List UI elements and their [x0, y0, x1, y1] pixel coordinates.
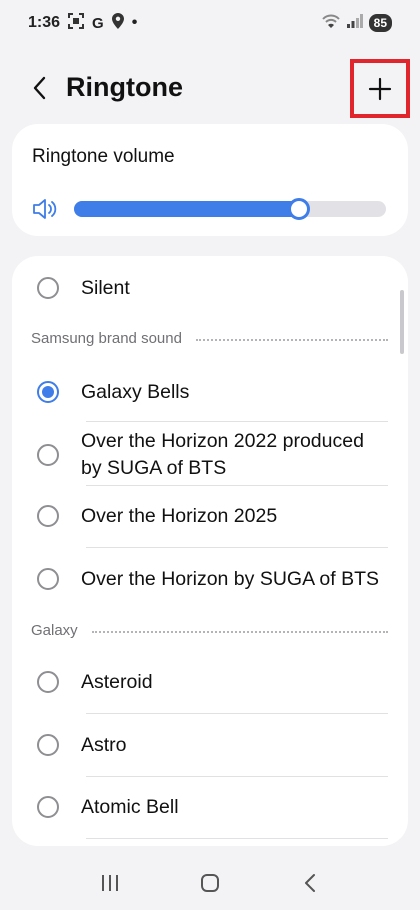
radio-button-checked[interactable]: [37, 381, 59, 403]
radio-button[interactable]: [37, 505, 59, 527]
back-button[interactable]: [22, 70, 58, 106]
list-item-label: Asteroid: [81, 670, 153, 693]
speaker-icon[interactable]: [32, 198, 58, 225]
divider: [86, 838, 388, 839]
chevron-left-icon: [33, 76, 46, 100]
list-item-astro[interactable]: Astro: [12, 729, 408, 761]
divider: [86, 485, 388, 486]
home-icon: [201, 874, 219, 892]
section-title: Samsung brand sound: [31, 330, 182, 347]
divider: [86, 421, 388, 422]
section-header-samsung-brand-sound: Samsung brand sound: [31, 330, 388, 347]
radio-button[interactable]: [37, 671, 59, 693]
list-item-over-the-horizon-suga[interactable]: Over the Horizon by SUGA of BTS: [12, 552, 408, 606]
status-time: 1:36: [28, 14, 61, 31]
section-title: Galaxy: [31, 622, 78, 639]
list-item-label: Over the Horizon 2025: [81, 504, 278, 527]
screenshot-icon: [68, 12, 85, 34]
page-title: Ringtone: [66, 72, 183, 102]
list-item-label: Over the Horizon by SUGA of BTS: [81, 567, 380, 590]
volume-label: Ringtone volume: [32, 146, 175, 167]
list-item-label: Over the Horizon 2022 produced by SUGA o…: [81, 430, 364, 479]
list-item-asteroid[interactable]: Asteroid: [12, 666, 408, 698]
radio-button[interactable]: [37, 444, 59, 466]
volume-card: Ringtone volume: [12, 124, 408, 236]
radio-button[interactable]: [37, 796, 59, 818]
nav-back-button[interactable]: [290, 863, 330, 903]
list-item-galaxy-bells[interactable]: Galaxy Bells: [12, 376, 408, 408]
back-icon: [305, 874, 315, 892]
wifi-icon: [321, 13, 341, 34]
volume-slider-thumb[interactable]: [287, 198, 310, 220]
location-icon: [111, 12, 124, 34]
section-divider: [91, 630, 388, 633]
volume-slider[interactable]: [74, 198, 386, 220]
section-divider: [195, 338, 388, 341]
app-header: Ringtone: [0, 59, 420, 118]
list-item-label: Silent: [81, 276, 130, 299]
list-item-over-the-horizon-2025[interactable]: Over the Horizon 2025: [12, 500, 408, 532]
list-item-label: Atomic Bell: [81, 795, 179, 818]
list-item-silent[interactable]: Silent: [12, 272, 408, 304]
divider: [86, 713, 388, 714]
divider: [86, 547, 388, 548]
recents-icon: [102, 875, 118, 891]
radio-button[interactable]: [37, 568, 59, 590]
home-button[interactable]: [190, 863, 230, 903]
add-ringtone-button[interactable]: [350, 59, 410, 118]
status-bar: 1:36 G • 85: [0, 0, 420, 46]
list-item-label: Astro: [81, 733, 127, 756]
google-icon: G: [92, 14, 104, 32]
volume-slider-fill: [74, 201, 299, 217]
battery-indicator: 85: [368, 14, 392, 32]
recents-button[interactable]: [90, 863, 130, 903]
section-header-galaxy: Galaxy: [31, 622, 388, 639]
ringtone-list: Silent Samsung brand sound Galaxy Bells …: [12, 256, 408, 846]
list-item-label: Galaxy Bells: [81, 380, 190, 403]
list-item-atomic-bell[interactable]: Atomic Bell: [12, 791, 408, 823]
plus-icon: [368, 77, 392, 100]
radio-button[interactable]: [37, 277, 59, 299]
signal-icon: [346, 13, 363, 33]
dot-icon: •: [131, 14, 138, 31]
list-item-over-the-horizon-2022[interactable]: Over the Horizon 2022 produced by SUGA o…: [12, 428, 408, 482]
navigation-bar: [0, 856, 420, 910]
divider: [86, 776, 388, 777]
radio-button[interactable]: [37, 734, 59, 756]
